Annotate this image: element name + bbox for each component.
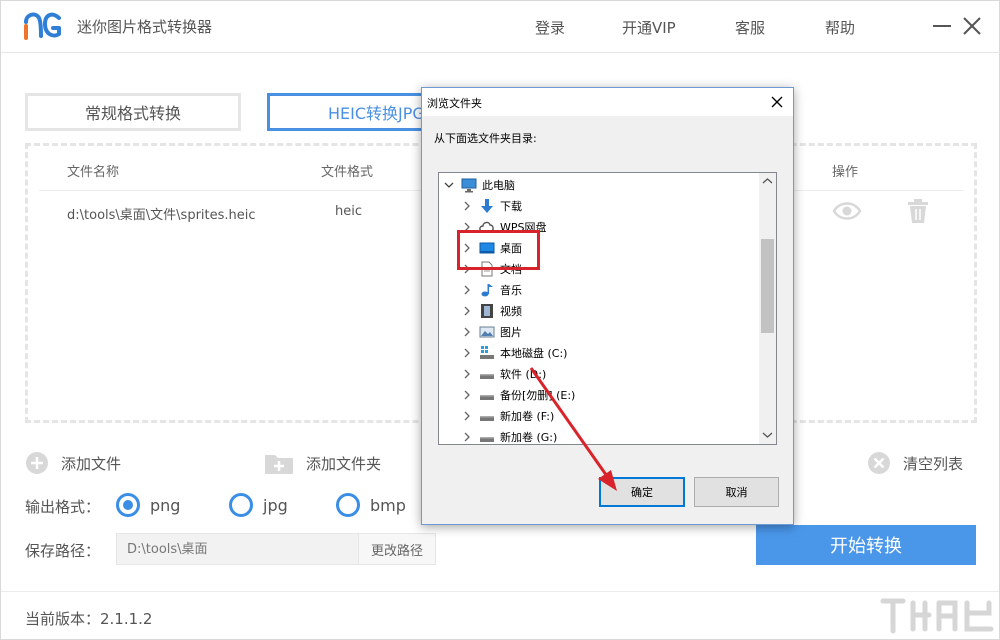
- dialog-cancel-button[interactable]: 取消: [694, 477, 779, 507]
- chevron-right-icon[interactable]: [461, 368, 473, 380]
- tree-item-videos[interactable]: 视频: [461, 300, 522, 321]
- computer-icon: [461, 178, 477, 192]
- music-icon: [481, 283, 493, 296]
- chevron-right-icon[interactable]: [461, 347, 473, 359]
- footer: 当前版本：2.1.1.2: [1, 591, 999, 639]
- system-drive-icon: [480, 345, 494, 359]
- save-path-label: 保存路径：: [25, 542, 101, 560]
- tree-item-label: 备份[勿删] (E:): [500, 388, 576, 402]
- tree-item-label: 新加卷 (F:): [500, 409, 555, 423]
- app-title: 迷你图片格式转换器: [77, 18, 213, 36]
- tree-item-label: 视频: [500, 304, 522, 318]
- radio-bmp-indicator: [336, 493, 360, 517]
- folder-tree[interactable]: 此电脑 下载 WPS网盘 桌面 文档 音乐 视频 图片 本地磁盘 (C:) 软件…: [438, 172, 777, 445]
- tree-item-drive-e[interactable]: 备份[勿删] (E:): [461, 384, 575, 405]
- drive-icon: [480, 436, 494, 442]
- drive-icon: [480, 373, 494, 379]
- chevron-right-icon[interactable]: [461, 284, 473, 296]
- radio-jpg-label: jpg: [263, 495, 288, 515]
- tree-scrollbar[interactable]: [759, 173, 776, 444]
- chevron-right-icon[interactable]: [461, 389, 473, 401]
- support-link[interactable]: 客服: [735, 17, 765, 38]
- add-folder-label: 添加文件夹: [306, 454, 382, 473]
- add-folder-icon: [265, 455, 293, 474]
- version-text: 当前版本：2.1.1.2: [25, 610, 153, 628]
- chevron-right-icon[interactable]: [461, 200, 473, 212]
- radio-png[interactable]: png: [116, 492, 180, 518]
- tree-item-label: 下载: [500, 199, 522, 213]
- chevron-right-icon[interactable]: [461, 431, 473, 443]
- help-link[interactable]: 帮助: [825, 17, 855, 38]
- tree-item-this-pc[interactable]: 此电脑: [443, 174, 515, 195]
- picture-icon: [479, 326, 495, 337]
- preview-eye-icon[interactable]: [832, 198, 862, 224]
- clear-list-label: 清空列表: [903, 454, 964, 473]
- browse-folder-dialog: 浏览文件夹 从下面选文件夹目录: 此电脑 下载 WPS网盘 桌面 文档 音乐 视…: [421, 87, 794, 525]
- file-format-cell: heic: [335, 204, 362, 219]
- add-folder-button[interactable]: 添加文件夹: [264, 451, 381, 475]
- app-window: 迷你图片格式转换器 登录 开通VIP 客服 帮助 常规格式转换 HEIC转换JP…: [0, 0, 1000, 640]
- scroll-up-icon[interactable]: [762, 177, 773, 185]
- chevron-right-icon[interactable]: [461, 410, 473, 422]
- drive-icon: [480, 415, 494, 421]
- tree-item-label: 此电脑: [482, 178, 515, 192]
- app-logo-icon: [24, 12, 61, 40]
- radio-jpg-indicator: [229, 493, 253, 517]
- add-circle-icon: [26, 452, 48, 474]
- chevron-right-icon[interactable]: [461, 305, 473, 317]
- delete-trash-icon[interactable]: [906, 198, 930, 224]
- radio-bmp[interactable]: bmp: [336, 492, 406, 518]
- tab-normal-conversion[interactable]: 常规格式转换: [25, 93, 241, 131]
- login-link[interactable]: 登录: [535, 17, 565, 38]
- scrollbar-thumb[interactable]: [761, 239, 774, 333]
- radio-png-indicator: [116, 493, 140, 517]
- column-header-filename: 文件名称: [67, 165, 120, 180]
- vip-link[interactable]: 开通VIP: [622, 17, 676, 38]
- download-icon: [481, 198, 493, 213]
- start-convert-button[interactable]: 开始转换: [756, 525, 976, 565]
- watermark-logo-icon: [880, 598, 994, 634]
- tree-item-label: 新加卷 (G:): [500, 430, 558, 444]
- tree-item-drive-d[interactable]: 软件 (D:): [461, 363, 546, 384]
- file-name-cell: d:\tools\桌面\文件\sprites.heic: [67, 208, 256, 223]
- tree-item-drive-g[interactable]: 新加卷 (G:): [461, 426, 558, 444]
- drive-icon: [480, 394, 494, 400]
- dialog-close-icon[interactable]: [769, 94, 785, 110]
- radio-bmp-label: bmp: [370, 495, 406, 515]
- tree-item-downloads[interactable]: 下载: [461, 195, 522, 216]
- tree-item-drive-c[interactable]: 本地磁盘 (C:): [461, 342, 567, 363]
- annotation-highlight-box: [457, 230, 540, 270]
- change-path-button[interactable]: 更改路径: [358, 533, 436, 565]
- radio-png-label: png: [150, 495, 181, 515]
- scroll-down-icon[interactable]: [762, 431, 773, 439]
- tree-item-label: 音乐: [500, 283, 522, 297]
- dialog-title: 浏览文件夹: [427, 97, 482, 110]
- add-file-button[interactable]: 添加文件: [25, 451, 121, 475]
- radio-jpg[interactable]: jpg: [229, 492, 288, 518]
- minimize-icon[interactable]: [929, 13, 955, 39]
- tree-item-drive-f[interactable]: 新加卷 (F:): [461, 405, 554, 426]
- tab-heic-to-jpg[interactable]: HEIC转换JPG: [267, 93, 437, 131]
- add-file-label: 添加文件: [61, 454, 122, 473]
- dialog-title-bar: 浏览文件夹: [422, 88, 793, 116]
- tree-item-music[interactable]: 音乐: [461, 279, 522, 300]
- dialog-ok-button[interactable]: 确定: [599, 477, 685, 507]
- video-icon: [481, 303, 493, 318]
- title-bar: 迷你图片格式转换器 登录 开通VIP 客服 帮助: [1, 1, 1000, 53]
- tree-item-label: 软件 (D:): [500, 367, 547, 381]
- clear-x-icon: [868, 452, 890, 474]
- tree-item-label: 图片: [500, 325, 522, 339]
- output-format-label: 输出格式：: [25, 498, 101, 516]
- close-icon[interactable]: [959, 13, 985, 39]
- chevron-down-icon[interactable]: [443, 179, 455, 191]
- chevron-right-icon[interactable]: [461, 326, 473, 338]
- clear-list-button[interactable]: 清空列表: [867, 451, 963, 475]
- tree-item-pictures[interactable]: 图片: [461, 321, 522, 342]
- column-header-format: 文件格式: [321, 165, 374, 180]
- column-header-action: 操作: [832, 165, 859, 180]
- save-path-input[interactable]: D:\tools\桌面: [116, 533, 358, 565]
- dialog-prompt: 从下面选文件夹目录:: [434, 132, 537, 145]
- tree-item-label: 本地磁盘 (C:): [500, 346, 568, 360]
